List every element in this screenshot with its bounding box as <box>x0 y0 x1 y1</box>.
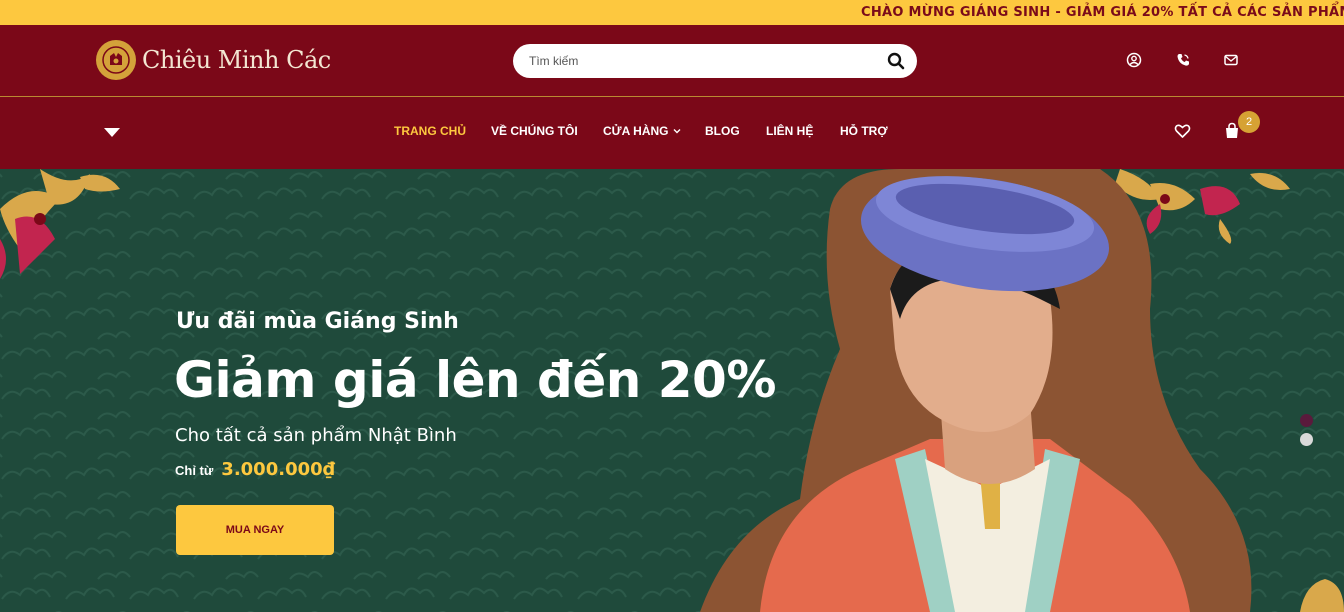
phone-icon[interactable] <box>1175 52 1191 68</box>
flower-decoration-left <box>0 169 120 279</box>
hero-title: Giảm giá lên đến 20% <box>174 351 776 409</box>
search-input[interactable] <box>529 54 859 68</box>
price-label: Chỉ từ <box>175 463 214 478</box>
hero-subtitle: Ưu đãi mùa Giáng Sinh <box>176 309 459 334</box>
nav-item-about[interactable]: VỀ CHÚNG TÔI <box>491 124 578 138</box>
main-nav: TRANG CHỦ VỀ CHÚNG TÔI CỬA HÀNG BLOG LIÊ… <box>0 124 1344 142</box>
header-divider <box>0 96 1344 97</box>
logo-emblem-icon <box>96 40 136 80</box>
nav-item-shop[interactable]: CỬA HÀNG <box>603 124 681 138</box>
site-header: Chiêu Minh Các TRANG CHỦ VỀ CHÚNG TÔI CỬ… <box>0 25 1344 169</box>
nav-item-support[interactable]: HỖ TRỢ <box>840 124 888 138</box>
nav-item-contact[interactable]: LIÊN HỆ <box>766 124 813 138</box>
hero-banner: Ưu đãi mùa Giáng Sinh Giảm giá lên đến 2… <box>0 169 1344 612</box>
logo-text: Chiêu Minh Các <box>142 46 331 74</box>
search-icon[interactable] <box>887 52 905 70</box>
site-logo[interactable]: Chiêu Minh Các <box>96 40 331 80</box>
announcement-text: CHÀO MỪNG GIÁNG SINH - GIẢM GIÁ 20% TẤT … <box>861 5 1344 20</box>
chevron-down-icon <box>673 129 681 134</box>
slider-dot-1[interactable] <box>1300 414 1313 427</box>
nav-item-label: VỀ CHÚNG TÔI <box>491 124 578 138</box>
slider-dot-2[interactable] <box>1300 433 1313 446</box>
hero-price-row: Chỉ từ 3.000.000₫ <box>175 459 335 480</box>
buy-now-button[interactable]: MUA NGAY <box>176 505 334 555</box>
announcement-bar: CHÀO MỪNG GIÁNG SINH - GIẢM GIÁ 20% TẤT … <box>0 0 1344 25</box>
mail-icon[interactable] <box>1223 52 1239 68</box>
cart-count-badge: 2 <box>1238 111 1260 133</box>
nav-item-label: HỖ TRỢ <box>840 124 888 138</box>
search-bar <box>513 44 917 78</box>
nav-item-label: LIÊN HỆ <box>766 124 814 138</box>
nav-item-label: TRANG CHỦ <box>394 124 466 138</box>
price-value: 3.000.000₫ <box>221 459 336 480</box>
heart-icon[interactable] <box>1174 123 1191 139</box>
nav-item-label: CỬA HÀNG <box>603 124 669 138</box>
nav-item-blog[interactable]: BLOG <box>705 124 740 138</box>
nav-item-home[interactable]: TRANG CHỦ <box>394 124 466 138</box>
user-icon[interactable] <box>1126 52 1142 68</box>
nav-item-label: BLOG <box>705 124 740 138</box>
hero-description: Cho tất cả sản phẩm Nhật Bình <box>175 425 457 446</box>
